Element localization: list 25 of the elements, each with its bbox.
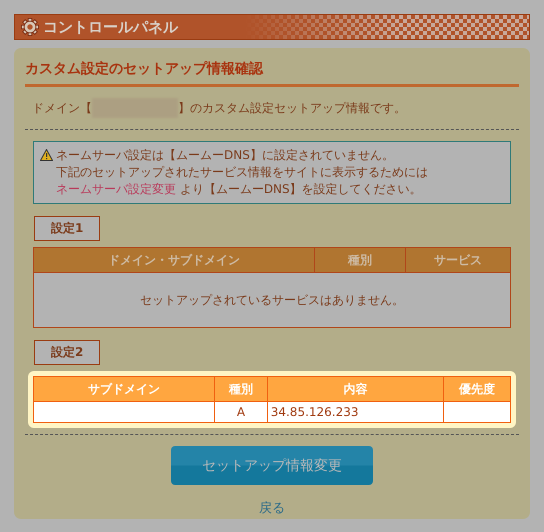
warning-icon [40, 149, 53, 161]
intro-text: 】のカスタム設定セットアップ情報です。 [178, 100, 406, 116]
back-link[interactable]: 戻る [259, 499, 285, 517]
page-title: カスタム設定のセットアップ情報確認 [25, 58, 519, 87]
table-cell: 34.85.126.233 [267, 402, 444, 422]
column-header: ドメイン・サブドメイン [34, 248, 315, 272]
table-cell [444, 402, 510, 422]
notice-text: 下記のセットアップされたサービス情報をサイトに表示するためには [56, 165, 428, 179]
empty-message: セットアップされているサービスはありません。 [34, 272, 510, 328]
table-cell: A [214, 402, 268, 422]
section-label: 設定1 [34, 216, 100, 241]
notice-text: より【ムームーDNS】を設定してください。 [178, 182, 422, 196]
column-header: 内容 [267, 376, 444, 402]
setup-change-button[interactable]: セットアップ情報変更 [171, 446, 373, 485]
column-header: 種別 [314, 248, 406, 272]
intro-text: ドメイン【 [32, 100, 92, 116]
nameserver-settings-link[interactable]: ネームサーバ設定変更 [56, 182, 176, 196]
column-header: サブドメイン [34, 376, 215, 402]
notice-text: ネームサーバ設定は【ムームーDNS】に設定されていません。 [56, 148, 394, 162]
gear-icon [21, 18, 39, 36]
column-header: 種別 [214, 376, 268, 402]
section-label: 設定2 [34, 340, 100, 365]
column-header: サービス [406, 248, 510, 272]
column-header: 優先度 [444, 376, 510, 402]
header-title: コントロールパネル [43, 18, 178, 36]
